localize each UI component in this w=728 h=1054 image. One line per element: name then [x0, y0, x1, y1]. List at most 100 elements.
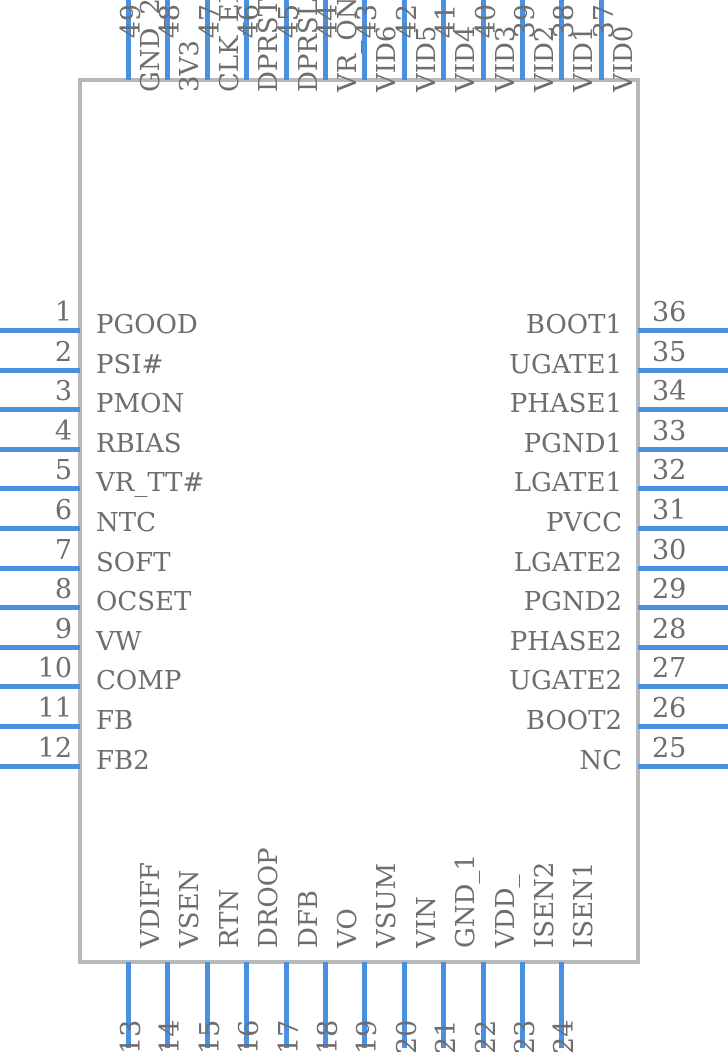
pin-label-44: VR_ON	[333, 0, 363, 92]
pin-label-41: VID4	[451, 25, 482, 92]
pin-label-7: SOFT	[96, 547, 171, 578]
pin-number-24: 24	[549, 1019, 581, 1054]
pin-label-26: BOOT2	[525, 706, 622, 736]
pin-label-39: VID2	[530, 25, 560, 92]
pin-line-25[interactable]	[638, 763, 728, 769]
pin-number-4: 4	[54, 415, 72, 447]
pin-label-46: DPRSTP#	[254, 0, 285, 92]
pin-label-2: PSI#	[96, 349, 164, 380]
pin-label-9: VW	[96, 626, 142, 657]
pin-label-32: LGATE1	[513, 468, 622, 499]
pin-number-11: 11	[37, 693, 72, 724]
pin-label-21: GND_1	[451, 854, 482, 948]
pin-label-15: RTN	[214, 888, 245, 948]
pin-line-1[interactable]	[0, 328, 80, 333]
pin-line-27[interactable]	[638, 684, 728, 690]
pin-label-22: VDD_	[490, 874, 521, 948]
pin-label-3: PMON	[96, 389, 185, 420]
pin-number-30: 30	[652, 534, 687, 566]
pin-label-35: UGATE1	[509, 349, 622, 380]
pin-number-25: 25	[652, 732, 687, 764]
pin-label-18: VO	[333, 908, 363, 948]
pin-number-16: 16	[234, 1019, 266, 1054]
pin-line-2[interactable]	[0, 367, 80, 373]
pin-number-8: 8	[54, 574, 72, 606]
pin-line-12[interactable]	[0, 763, 80, 769]
pin-label-8: OCSET	[96, 587, 192, 618]
pin-label-42: VID5	[411, 25, 442, 92]
pin-number-9: 9	[54, 613, 72, 645]
pin-label-30: LGATE2	[513, 547, 622, 578]
pin-number-18: 18	[313, 1019, 344, 1054]
pin-line-31[interactable]	[638, 526, 728, 531]
pin-label-17: DFB	[293, 890, 324, 948]
pin-number-33: 33	[652, 415, 687, 447]
pin-line-6[interactable]	[0, 526, 80, 531]
pin-label-4: RBIAS	[96, 428, 182, 459]
pin-number-3: 3	[54, 376, 72, 408]
pin-label-12: FB2	[96, 745, 150, 776]
pin-line-7[interactable]	[0, 565, 80, 571]
pin-label-24: ISEN1	[569, 861, 600, 948]
pin-label-6: NTC	[96, 508, 156, 538]
pin-label-25: NC	[579, 745, 622, 776]
pin-line-26[interactable]	[638, 724, 728, 729]
pin-label-38: VID1	[569, 25, 600, 92]
pin-number-31: 31	[652, 495, 687, 526]
pin-number-7: 7	[54, 534, 72, 566]
pin-number-22: 22	[470, 1019, 502, 1054]
pin-label-29: PGND2	[523, 587, 622, 618]
pin-number-32: 32	[652, 455, 687, 487]
pin-label-47: CLK_EN#	[214, 0, 245, 92]
pin-line-3[interactable]	[0, 407, 80, 413]
pin-label-40: VID3	[490, 25, 521, 92]
pin-number-20: 20	[391, 1019, 423, 1054]
pin-number-17: 17	[273, 1019, 305, 1054]
pin-label-19: VSUM	[372, 862, 403, 948]
pin-number-15: 15	[194, 1019, 226, 1054]
pin-number-1: 1	[54, 297, 72, 328]
pin-label-37: VID0	[608, 25, 639, 92]
pin-line-36[interactable]	[638, 328, 728, 333]
pin-line-9[interactable]	[0, 644, 80, 650]
pin-label-10: COMP	[96, 666, 182, 697]
pin-label-27: UGATE2	[509, 666, 622, 697]
pin-label-43: VID6	[372, 25, 403, 92]
pin-number-28: 28	[652, 613, 687, 645]
pin-number-34: 34	[652, 376, 687, 408]
pin-number-10: 10	[37, 653, 72, 685]
pin-line-28[interactable]	[638, 644, 728, 650]
pin-line-10[interactable]	[0, 684, 80, 690]
pin-line-4[interactable]	[0, 446, 80, 452]
pin-label-13: VDIFF	[136, 862, 166, 948]
pin-number-6: 6	[54, 495, 72, 526]
pin-label-49: GND_2	[136, 0, 166, 92]
pin-label-48: 3V3	[175, 40, 206, 92]
pin-line-29[interactable]	[638, 605, 728, 611]
pin-label-45: DPRSLPVR	[293, 0, 324, 92]
pin-line-33[interactable]	[638, 446, 728, 452]
pin-number-19: 19	[352, 1019, 384, 1054]
pin-number-27: 27	[652, 653, 687, 685]
pin-label-11: FB	[96, 706, 134, 736]
pin-label-28: PHASE2	[509, 626, 622, 657]
pin-number-2: 2	[54, 336, 72, 368]
pin-number-13: 13	[116, 1019, 147, 1054]
pin-label-20: VIN	[411, 896, 442, 948]
pin-line-35[interactable]	[638, 367, 728, 373]
pin-label-36: BOOT1	[525, 310, 622, 340]
pin-number-14: 14	[155, 1019, 187, 1054]
pin-number-5: 5	[54, 455, 72, 487]
pin-number-35: 35	[652, 336, 687, 368]
pin-line-8[interactable]	[0, 605, 80, 611]
pin-line-30[interactable]	[638, 565, 728, 571]
pin-line-34[interactable]	[638, 407, 728, 413]
pin-number-36: 36	[652, 297, 687, 328]
pin-line-11[interactable]	[0, 724, 80, 729]
pin-label-14: VSEN	[175, 869, 206, 948]
pin-line-5[interactable]	[0, 486, 80, 492]
pin-label-5: VR_TT#	[96, 468, 205, 499]
pin-line-32[interactable]	[638, 486, 728, 492]
ic-pinout-diagram: 1 PGOOD 2 PSI# 3 PMON 4 RBIAS 5 VR_TT# 6 NTC 7 SOFT 8 O…	[0, 0, 728, 1054]
pin-label-1: PGOOD	[96, 310, 198, 340]
